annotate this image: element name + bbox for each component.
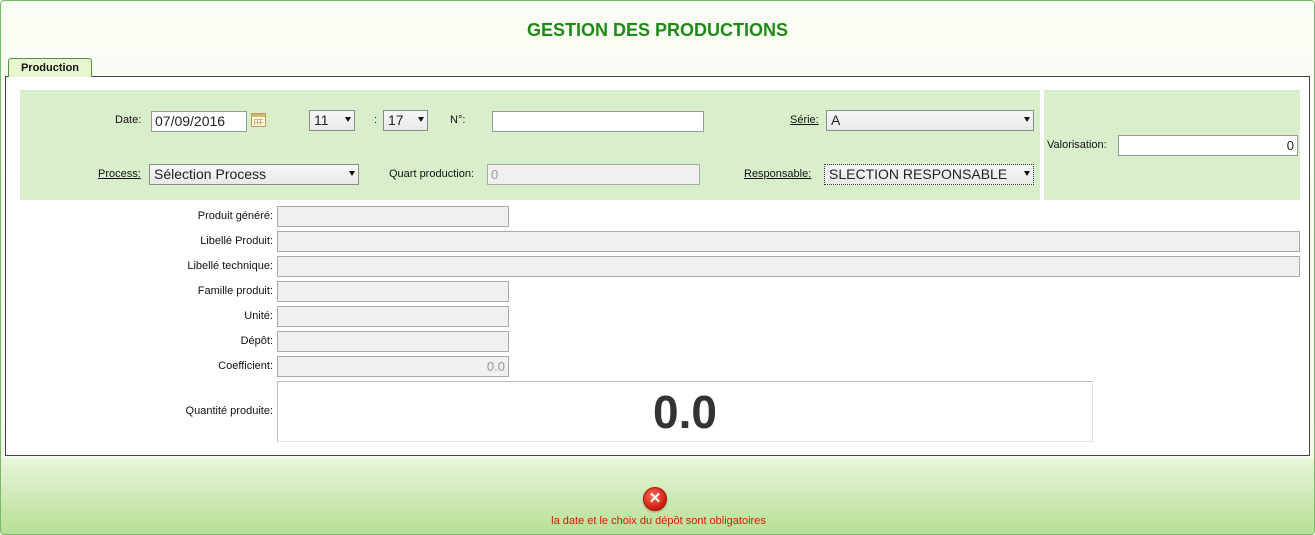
- responsable-label: Responsable:: [744, 168, 812, 180]
- produit-genere-label: Produit généré:: [197, 210, 273, 222]
- depot-label: Dépôt:: [240, 335, 273, 347]
- libelle-technique-label: Libellé technique:: [187, 260, 273, 272]
- responsable-value: SLECTION RESPONSABLE: [829, 166, 1008, 182]
- chevron-down-icon: [1024, 171, 1030, 176]
- date-label: Date:: [115, 114, 142, 126]
- chevron-down-icon: [345, 117, 351, 122]
- hour-value: 11: [314, 112, 329, 128]
- header-form: Date: 07/09/2016 11 : 17 N°: Série: A Pr…: [20, 90, 1040, 200]
- production-window: GESTION DES PRODUCTIONS Production Date:…: [0, 0, 1315, 535]
- tab-production[interactable]: Production: [8, 58, 92, 77]
- serie-value: A: [831, 112, 841, 128]
- page-title: GESTION DES PRODUCTIONS: [526, 20, 789, 40]
- process-select[interactable]: Sélection Process: [149, 164, 359, 185]
- chevron-down-icon: [349, 171, 355, 176]
- error-x-icon: ✕: [643, 487, 667, 511]
- coefficient-label: Coefficient:: [218, 360, 273, 372]
- calendar-icon[interactable]: [251, 113, 266, 127]
- number-input[interactable]: [492, 111, 704, 132]
- number-label: N°:: [450, 114, 466, 126]
- chevron-down-icon: [418, 117, 424, 122]
- quantite-label: Quantité produite:: [185, 405, 273, 417]
- minute-select[interactable]: 17: [383, 110, 428, 131]
- libelle-technique-input: [277, 256, 1300, 277]
- serie-label: Série:: [790, 114, 819, 126]
- production-panel: Date: 07/09/2016 11 : 17 N°: Série: A Pr…: [5, 76, 1310, 456]
- famille-input: [277, 281, 509, 302]
- famille-label: Famille produit:: [197, 285, 273, 297]
- libelle-produit-label: Libellé Produit:: [200, 235, 273, 247]
- serie-select[interactable]: A: [826, 110, 1034, 131]
- quantite-display: 0.0: [277, 381, 1093, 442]
- unite-input: [277, 306, 509, 327]
- minute-value: 17: [388, 112, 404, 128]
- hour-select[interactable]: 11: [309, 110, 355, 131]
- coefficient-input: 0.0: [277, 356, 509, 377]
- depot-input: [277, 331, 509, 352]
- produit-genere-input: [277, 206, 509, 227]
- quart-input: 0: [487, 164, 700, 185]
- valorisation-label: Valorisation:: [1047, 139, 1107, 151]
- time-separator: :: [374, 114, 378, 126]
- date-input[interactable]: 07/09/2016: [151, 111, 247, 132]
- valorisation-box: Valorisation: 0: [1044, 90, 1300, 200]
- chevron-down-icon: [1024, 117, 1030, 122]
- quart-label: Quart production:: [389, 168, 474, 180]
- error-message: la date et le choix du dépôt sont obliga…: [551, 515, 766, 527]
- valorisation-input[interactable]: 0: [1118, 135, 1298, 156]
- responsable-select[interactable]: SLECTION RESPONSABLE: [824, 164, 1034, 185]
- libelle-produit-input: [277, 231, 1300, 252]
- process-value: Sélection Process: [154, 166, 267, 182]
- unite-label: Unité:: [244, 310, 273, 322]
- process-label: Process:: [98, 168, 141, 180]
